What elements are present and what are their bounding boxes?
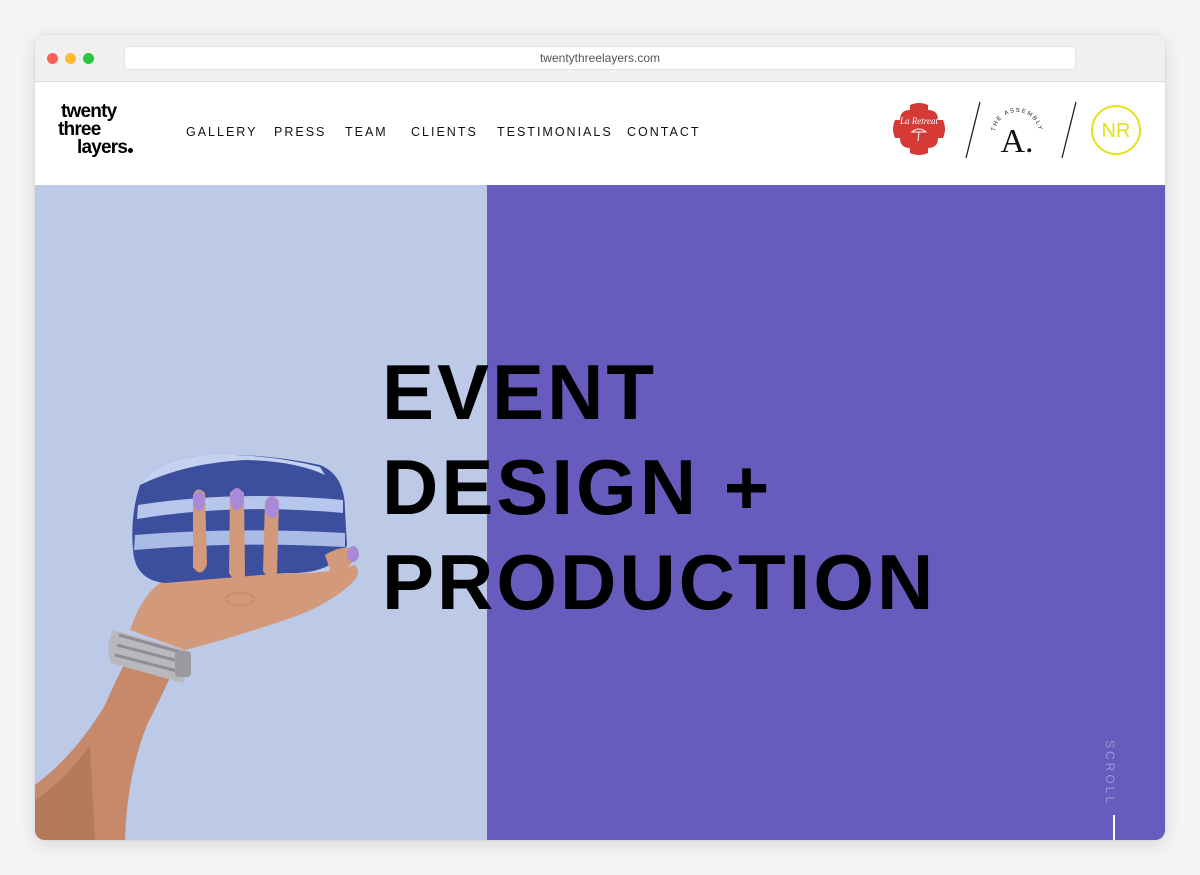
headline-line-3: PRODUCTION [382, 538, 937, 626]
site-logo[interactable]: twenty three layers [58, 102, 158, 158]
headline-line-1: EVENT [382, 348, 658, 436]
la-retreat-logo-icon[interactable]: La Retreat [892, 102, 946, 156]
divider-slash-2 [1061, 101, 1077, 159]
address-bar[interactable]: twentythreelayers.com [124, 46, 1076, 70]
la-retreat-text: La Retreat [899, 116, 938, 126]
divider-slash-1 [965, 101, 981, 159]
nav-clients[interactable]: CLIENTS [411, 125, 478, 139]
close-window-button[interactable] [47, 53, 58, 64]
logo-dot-icon [128, 148, 134, 153]
browser-window: twentythreelayers.com twenty three layer… [35, 35, 1165, 840]
logo-line-3-text: layers [77, 137, 128, 158]
scroll-label: SCROLL [1103, 740, 1117, 807]
browser-titlebar: twentythreelayers.com [35, 35, 1165, 82]
headline-line-2: DESIGN + [382, 443, 773, 531]
scroll-indicator[interactable]: SCROLL [1095, 740, 1135, 820]
nav-testimonials[interactable]: TESTIMONIALS [497, 125, 613, 139]
scroll-line [1113, 815, 1115, 840]
site-header: twenty three layers GALLERY PRESS TEAM C… [35, 82, 1165, 185]
logo-line-3: layers [58, 137, 158, 158]
minimize-window-button[interactable] [65, 53, 76, 64]
nr-text: NR [1102, 120, 1131, 142]
maximize-window-button[interactable] [83, 53, 94, 64]
the-assembly-logo-icon[interactable]: THE ASSEMBLY A. [985, 98, 1049, 162]
nr-logo-icon[interactable]: NR [1090, 104, 1142, 156]
nav-team[interactable]: TEAM [345, 125, 388, 139]
nav-contact[interactable]: CONTACT [627, 125, 701, 139]
assembly-letter: A. [1000, 123, 1033, 160]
nav-press[interactable]: PRESS [274, 125, 326, 139]
hero-headline: EVENT DESIGN + PRODUCTION [382, 345, 936, 630]
nav-gallery[interactable]: GALLERY [186, 125, 257, 139]
hand-holding-cake-image [35, 455, 359, 840]
hero-section: EVENT DESIGN + PRODUCTION SCROLL [35, 185, 1165, 840]
